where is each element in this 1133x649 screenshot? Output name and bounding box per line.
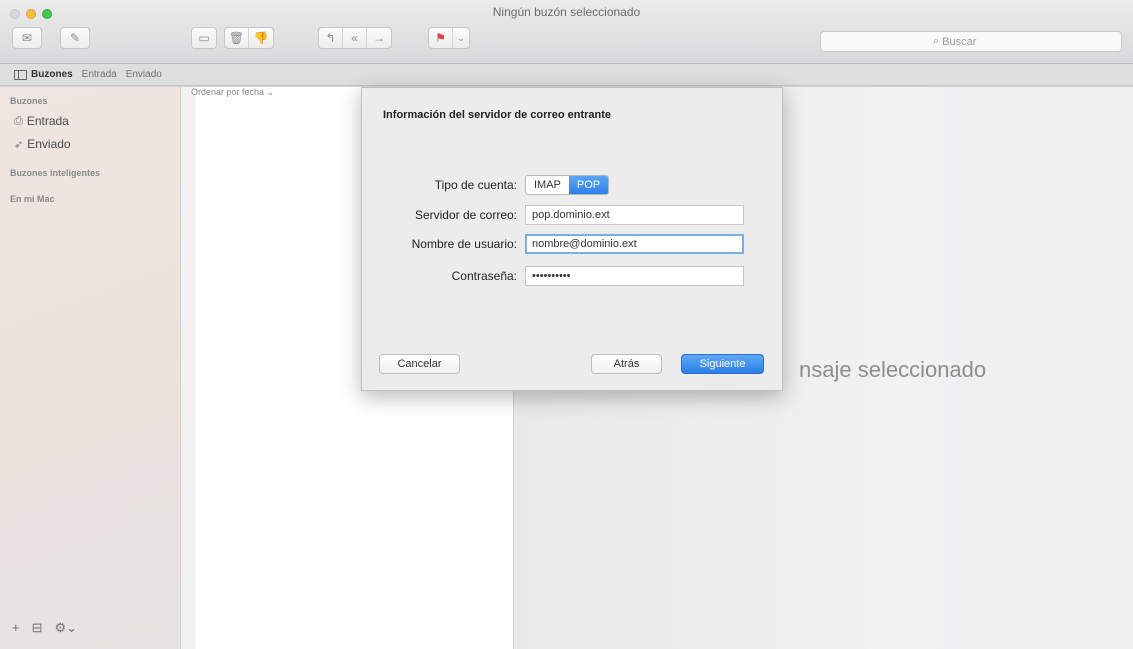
sidebar-item-label: Enviado: [27, 137, 71, 151]
search-icon: ⌕: [933, 35, 940, 47]
favorites-bar: Buzones Entrada Enviado: [0, 64, 1133, 86]
compose-icon: ✎: [69, 31, 81, 45]
thumbs-down-icon: 👎: [253, 31, 269, 45]
search-placeholder-text: Buscar: [942, 35, 977, 48]
cancel-button[interactable]: Cancelar: [379, 354, 460, 374]
favorites-mailboxes-button[interactable]: Buzones: [14, 69, 73, 80]
account-type-imap[interactable]: IMAP: [526, 176, 569, 194]
message-list-gutter: [181, 87, 195, 649]
inbox-icon: ⎙: [14, 114, 23, 127]
gear-icon[interactable]: ⚙⌄: [55, 620, 78, 636]
dialog-title: Información del servidor de correo entra…: [383, 109, 612, 121]
chevron-down-icon: ⌄: [457, 32, 465, 43]
forward-icon: →: [373, 31, 385, 45]
sidebar-section-mailboxes[interactable]: Buzones: [10, 96, 48, 106]
flag-icon: ⚑: [435, 31, 446, 45]
sidebar-toggle-icon: [14, 69, 27, 80]
sent-icon: ➶: [14, 138, 24, 151]
account-type-pop[interactable]: POP: [568, 176, 609, 194]
incoming-server-dialog: Información del servidor de correo entra…: [361, 87, 783, 391]
next-button[interactable]: Siguiente: [681, 354, 764, 374]
username-label: Nombre de usuario:: [411, 237, 517, 251]
window-toolbar: Ningún buzón seleccionado ✉ ✎ ▭ 🗑 👎 ↰ « …: [0, 0, 1133, 64]
sort-by-date-menu[interactable]: Ordenar por fecha ⌄: [191, 87, 274, 98]
sidebar-item-sent[interactable]: ➶ Enviado: [14, 137, 71, 151]
archive-button[interactable]: ▭: [191, 27, 217, 49]
flag-button[interactable]: ⚑: [429, 28, 453, 48]
add-mailbox-icon[interactable]: +: [12, 620, 20, 636]
server-label: Servidor de correo:: [414, 208, 517, 222]
reply-all-button[interactable]: «: [343, 28, 367, 48]
get-mail-button[interactable]: ✉: [12, 27, 42, 49]
sidebar-bottom-bar: + ⊟ ⚙⌄: [12, 620, 77, 636]
password-label: Contraseña:: [451, 269, 517, 283]
sidebar-item-label: Entrada: [26, 114, 69, 128]
reply-icon: ↰: [325, 31, 336, 45]
no-message-selected-text: nsaje seleccionado: [799, 357, 987, 382]
junk-button[interactable]: 👎: [249, 28, 273, 48]
sidebar-section-smart-mailboxes[interactable]: Buzones inteligentes: [10, 168, 100, 178]
reply-button[interactable]: ↰: [319, 28, 343, 48]
mail-server-field[interactable]: pop.dominio.ext: [525, 205, 744, 225]
delete-button[interactable]: 🗑: [225, 28, 249, 48]
flag-menu-button[interactable]: ⌄: [453, 28, 469, 48]
window-title: Ningún buzón seleccionado: [492, 5, 641, 19]
trash-icon: 🗑: [228, 31, 245, 45]
mailbox-sidebar: Buzones ⎙ Entrada ➶ Enviado Buzones inte…: [0, 87, 181, 649]
favorites-mailboxes-label: Buzones: [31, 69, 73, 80]
compose-button[interactable]: ✎: [60, 27, 90, 49]
search-placeholder: ⌕ Buscar: [933, 35, 976, 48]
favorites-sent[interactable]: Enviado: [126, 69, 162, 80]
username-field[interactable]: nombre@dominio.ext: [525, 234, 744, 254]
envelope-icon: ✉: [21, 31, 33, 45]
mailbox-activity-icon[interactable]: ⊟: [32, 620, 43, 636]
password-field[interactable]: ••••••••••: [525, 266, 744, 286]
sidebar-section-on-my-mac[interactable]: En mi Mac: [10, 194, 55, 204]
forward-button[interactable]: →: [367, 28, 391, 48]
account-type-selector: IMAP POP: [525, 175, 610, 195]
reply-group: ↰ « →: [318, 27, 392, 49]
account-type-label: Tipo de cuenta:: [434, 178, 517, 192]
archive-icon: ▭: [198, 31, 210, 45]
delete-junk-group: 🗑 👎: [224, 27, 274, 49]
favorites-inbox[interactable]: Entrada: [82, 69, 117, 80]
back-button[interactable]: Atrás: [591, 354, 662, 374]
reply-all-icon: «: [351, 31, 358, 45]
flag-group: ⚑ ⌄: [428, 27, 470, 49]
sidebar-item-inbox[interactable]: ⎙ Entrada: [14, 114, 69, 128]
